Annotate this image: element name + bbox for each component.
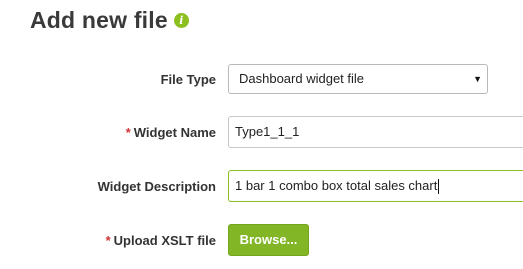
widget-name-value: Type1_1_1 <box>235 124 300 139</box>
widget-description-input[interactable]: 1 bar 1 combo box total sales chart <box>228 170 523 202</box>
required-asterisk: * <box>105 233 111 248</box>
file-type-select[interactable]: Dashboard widget file ▼ <box>228 64 488 94</box>
info-icon[interactable]: i <box>173 12 189 28</box>
widget-name-label: * Widget Name <box>126 125 216 140</box>
widget-name-label-text: Widget Name <box>133 125 216 140</box>
file-type-label: File Type <box>160 72 216 87</box>
upload-xslt-label: * Upload XSLT file <box>106 233 216 248</box>
page-title: Add new file <box>30 6 168 33</box>
browse-button[interactable]: Browse... <box>228 224 309 256</box>
widget-description-value: 1 bar 1 combo box total sales chart <box>235 178 438 193</box>
upload-xslt-label-text: Upload XSLT file <box>113 233 216 248</box>
widget-description-label: Widget Description <box>97 179 216 194</box>
text-caret <box>438 179 440 195</box>
widget-name-input[interactable]: Type1_1_1 <box>228 116 523 148</box>
page-header: Add new file i <box>30 6 189 34</box>
required-asterisk: * <box>125 125 131 140</box>
file-type-selected-value: Dashboard widget file <box>239 71 365 86</box>
dropdown-arrow-icon: ▼ <box>473 74 482 84</box>
